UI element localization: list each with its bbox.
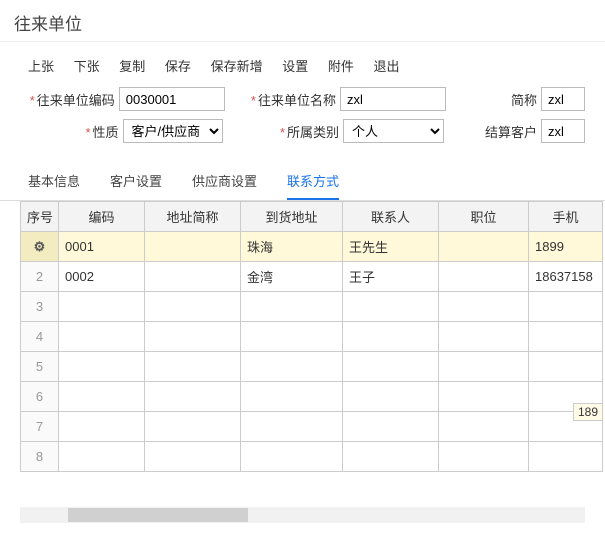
category-label: *所属类别	[241, 122, 344, 141]
save-button[interactable]: 保存	[165, 56, 191, 75]
short-input[interactable]	[541, 87, 585, 111]
settle-input[interactable]	[541, 119, 585, 143]
tab-basic[interactable]: 基本信息	[28, 161, 80, 200]
row-seq: 3	[21, 292, 59, 322]
gear-icon[interactable]: ⚙	[34, 239, 46, 254]
toolbar: 上张 下张 复制 保存 保存新增 设置 附件 退出	[0, 42, 605, 87]
tab-contact[interactable]: 联系方式	[287, 161, 339, 200]
tabs: 基本信息 客户设置 供应商设置 联系方式	[0, 161, 605, 201]
col-phone[interactable]: 手机	[529, 202, 603, 232]
exit-button[interactable]: 退出	[373, 56, 399, 75]
cell-title[interactable]	[439, 232, 529, 262]
settings-button[interactable]: 设置	[282, 56, 308, 75]
table-row[interactable]: 5	[21, 352, 603, 382]
cell-code[interactable]: 0001	[59, 232, 145, 262]
row-seq: 2	[21, 262, 59, 292]
col-title[interactable]: 职位	[439, 202, 529, 232]
table-row[interactable]: 7	[21, 412, 603, 442]
category-select[interactable]: 个人	[343, 119, 444, 143]
col-seq[interactable]: 序号	[21, 202, 59, 232]
unit-code-label: *往来单位编码	[20, 90, 119, 109]
table-row[interactable]: ⚙ 0001 珠海 王先生 1899	[21, 232, 603, 262]
unit-name-input[interactable]	[340, 87, 446, 111]
horizontal-scrollbar[interactable]	[20, 507, 585, 523]
cell-delivery[interactable]: 金湾	[241, 262, 343, 292]
cell-delivery[interactable]: 珠海	[241, 232, 343, 262]
short-label: 简称	[486, 90, 541, 109]
unit-code-input[interactable]	[119, 87, 225, 111]
row-seq: 4	[21, 322, 59, 352]
cell-code[interactable]: 0002	[59, 262, 145, 292]
nature-select[interactable]: 客户/供应商	[123, 119, 224, 143]
cell-contact[interactable]: 王子	[343, 262, 439, 292]
table-row[interactable]: 8	[21, 442, 603, 472]
scrollbar-thumb[interactable]	[68, 508, 248, 522]
copy-button[interactable]: 复制	[119, 56, 145, 75]
attach-button[interactable]: 附件	[328, 56, 354, 75]
table-row[interactable]: 6	[21, 382, 603, 412]
prev-button[interactable]: 上张	[28, 56, 54, 75]
next-button[interactable]: 下张	[74, 56, 100, 75]
nature-label: *性质	[20, 122, 123, 141]
col-delivery[interactable]: 到货地址	[241, 202, 343, 232]
cell-title[interactable]	[439, 262, 529, 292]
settle-label: 结算客户	[484, 122, 541, 141]
cell-addr-short[interactable]	[145, 262, 241, 292]
table-row[interactable]: 2 0002 金湾 王子 18637158	[21, 262, 603, 292]
row-seq: 8	[21, 442, 59, 472]
cell-addr-short[interactable]	[145, 232, 241, 262]
save-new-button[interactable]: 保存新增	[211, 56, 263, 75]
table-row[interactable]: 4	[21, 322, 603, 352]
col-code[interactable]: 编码	[59, 202, 145, 232]
table-row[interactable]: 3	[21, 292, 603, 322]
cell-phone[interactable]: 1899	[529, 232, 603, 262]
row-seq: 7	[21, 412, 59, 442]
col-addr-short[interactable]: 地址简称	[145, 202, 241, 232]
tab-supplier[interactable]: 供应商设置	[192, 161, 257, 200]
cell-phone[interactable]: 18637158	[529, 262, 603, 292]
row-seq: 6	[21, 382, 59, 412]
contact-table: 序号 编码 地址简称 到货地址 联系人 职位 手机 ⚙ 0001 珠海 王先生 …	[20, 201, 603, 472]
phone-tooltip: 189	[573, 403, 603, 421]
page-title: 往来单位	[14, 10, 591, 35]
col-contact[interactable]: 联系人	[343, 202, 439, 232]
row-seq: 5	[21, 352, 59, 382]
unit-name-label: *往来单位名称	[241, 90, 340, 109]
table-header-row: 序号 编码 地址简称 到货地址 联系人 职位 手机	[21, 202, 603, 232]
cell-contact[interactable]: 王先生	[343, 232, 439, 262]
tab-customer[interactable]: 客户设置	[110, 161, 162, 200]
